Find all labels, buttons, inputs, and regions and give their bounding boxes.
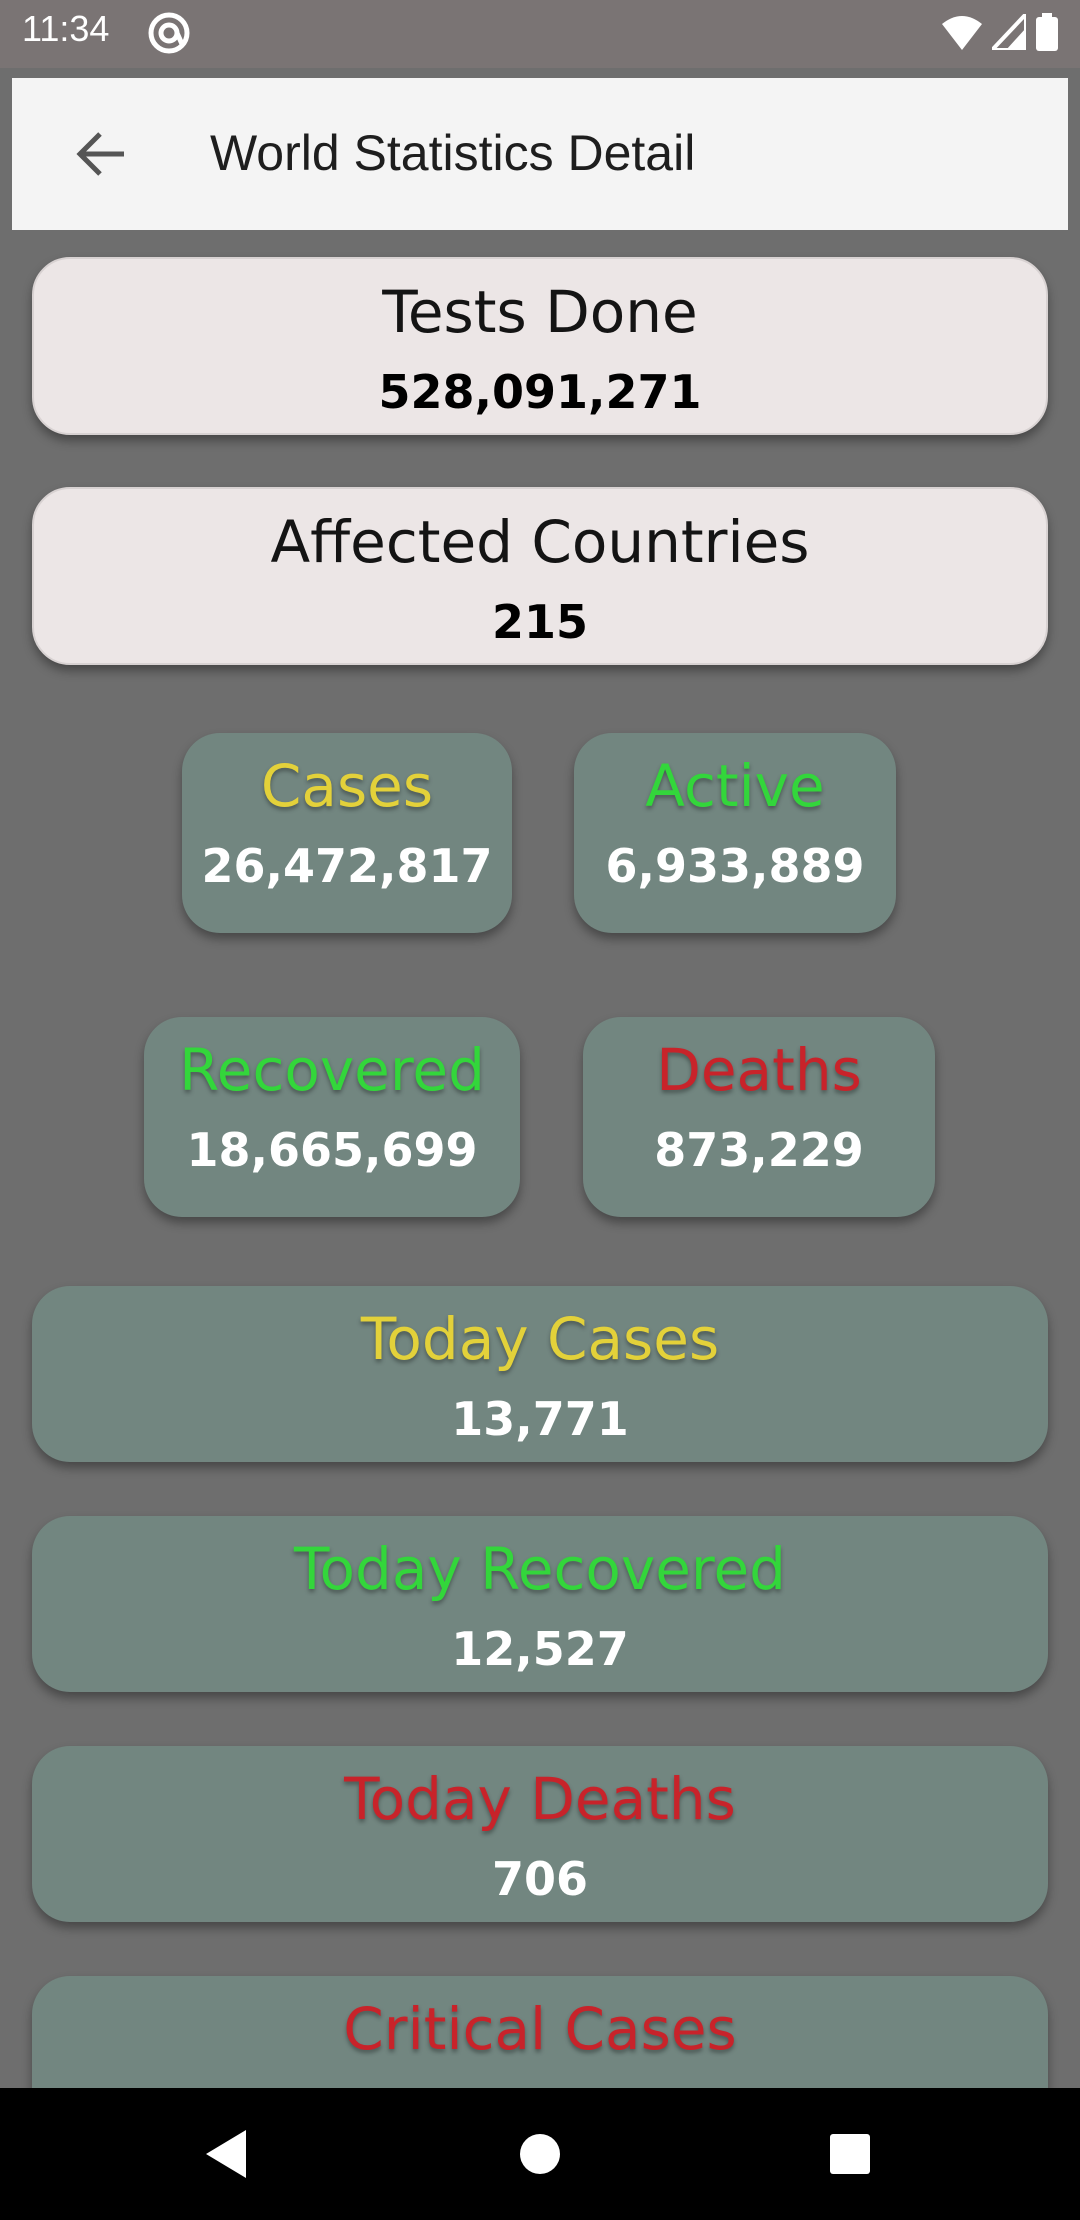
today-recovered-value: 12,527 xyxy=(451,1622,629,1676)
recovered-value: 18,665,699 xyxy=(186,1123,478,1177)
today-deaths-card: Today Deaths 706 xyxy=(32,1746,1048,1922)
deaths-card: Deaths 873,229 xyxy=(583,1017,935,1217)
wifi-icon xyxy=(942,14,982,54)
affected-countries-value: 215 xyxy=(491,595,589,649)
navigation-bar xyxy=(0,2088,1080,2220)
cases-value: 26,472,817 xyxy=(201,839,493,893)
nav-back-icon[interactable] xyxy=(194,2122,258,2186)
arrow-back-icon[interactable] xyxy=(62,122,138,186)
active-card: Active 6,933,889 xyxy=(574,733,896,933)
recovered-card: Recovered 18,665,699 xyxy=(144,1017,520,1217)
today-recovered-card: Today Recovered 12,527 xyxy=(32,1516,1048,1692)
recovered-title: Recovered xyxy=(179,1036,485,1104)
affected-countries-title: Affected Countries xyxy=(270,508,810,576)
today-deaths-value: 706 xyxy=(491,1852,589,1906)
cases-title: Cases xyxy=(260,752,434,820)
deaths-title: Deaths xyxy=(656,1036,862,1104)
today-cases-value: 13,771 xyxy=(451,1392,629,1446)
battery-icon xyxy=(1036,13,1058,55)
today-deaths-title: Today Deaths xyxy=(344,1765,736,1833)
today-cases-card: Today Cases 13,771 xyxy=(32,1286,1048,1462)
affected-countries-card: Affected Countries 215 xyxy=(32,487,1048,665)
deaths-value: 873,229 xyxy=(654,1123,864,1177)
nav-home-icon[interactable] xyxy=(508,2122,572,2186)
at-sign-icon xyxy=(146,10,192,56)
app-bar: World Statistics Detail xyxy=(12,78,1068,230)
tests-done-title: Tests Done xyxy=(382,278,698,346)
active-value: 6,933,889 xyxy=(605,839,865,893)
critical-cases-title: Critical Cases xyxy=(343,1995,737,2063)
tests-done-value: 528,091,271 xyxy=(378,365,702,419)
today-recovered-title: Today Recovered xyxy=(293,1535,786,1603)
cases-card: Cases 26,472,817 xyxy=(182,733,512,933)
nav-recents-icon[interactable] xyxy=(818,2122,882,2186)
status-time: 11:34 xyxy=(22,8,110,49)
today-cases-title: Today Cases xyxy=(360,1305,720,1373)
signal-icon xyxy=(987,8,1028,54)
status-bar: 11:34 xyxy=(0,0,1080,68)
tests-done-card: Tests Done 528,091,271 xyxy=(32,257,1048,435)
active-title: Active xyxy=(645,752,825,820)
page-title: World Statistics Detail xyxy=(210,125,696,181)
